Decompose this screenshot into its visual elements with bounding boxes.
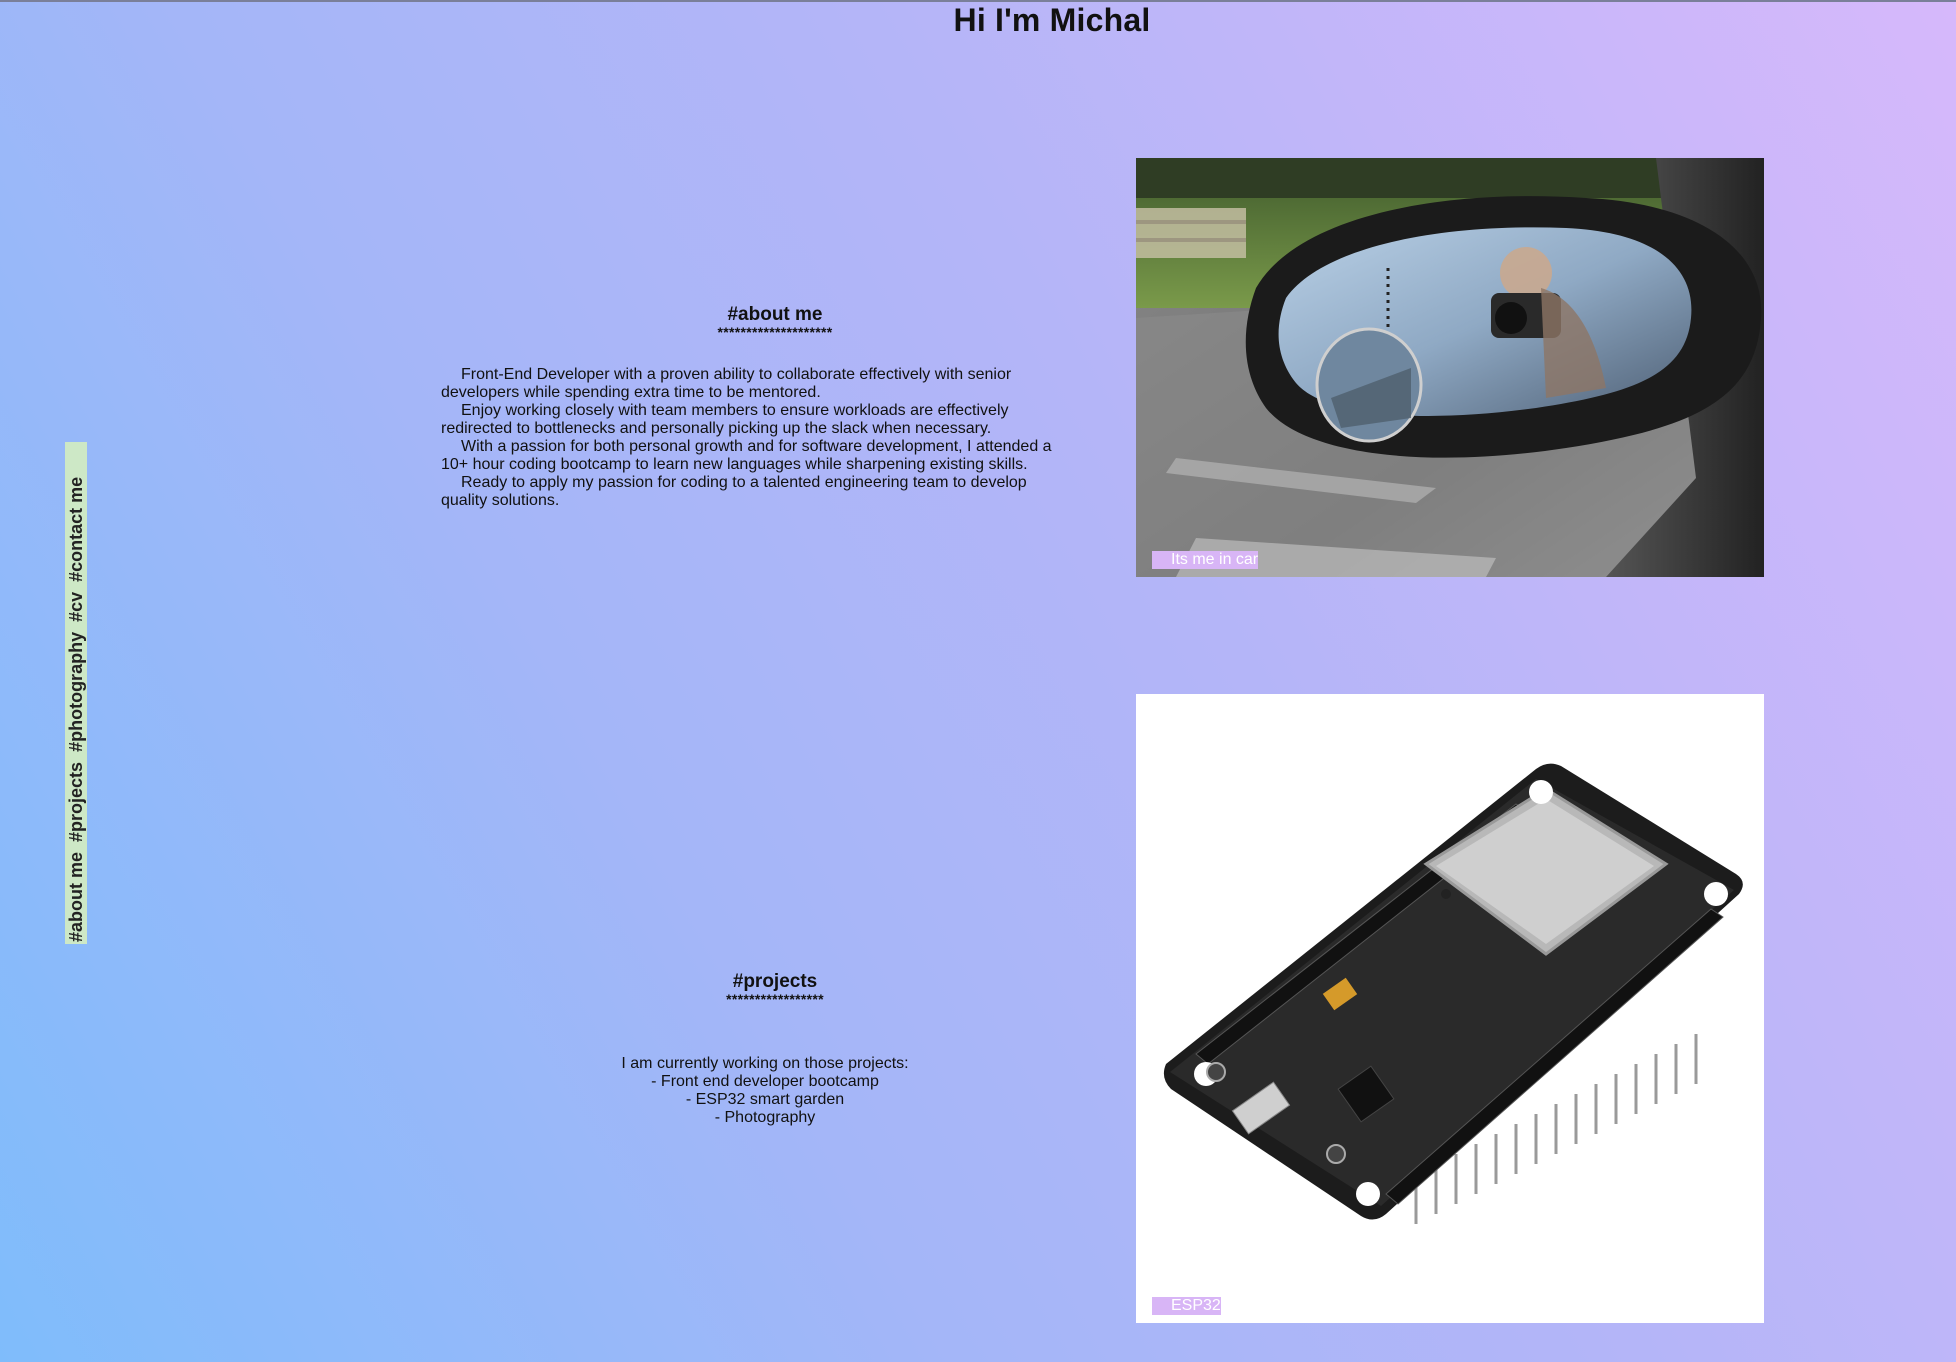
esp32-board-image (1136, 694, 1764, 1323)
nav-link-contact-me[interactable]: #contact me (66, 477, 87, 582)
car-mirror-photo: Its me in car (1136, 158, 1764, 577)
nav-link-projects[interactable]: #projects (66, 762, 87, 842)
projects-list: I am currently working on those projects… (565, 1055, 965, 1127)
about-paragraph: Ready to apply my passion for coding to … (441, 474, 1027, 509)
projects-intro: I am currently working on those projects… (621, 1055, 909, 1072)
side-nav-links: #about me #projects #photography #cv #co… (65, 440, 87, 944)
page-title: Hi I'm Michal (953, 2, 1151, 38)
side-nav: #about me #projects #photography #cv #co… (65, 442, 87, 944)
project-item: - ESP32 smart garden (685, 1091, 845, 1108)
projects-heading-block: #projects ***************** (690, 971, 860, 1007)
project-item: - Front end developer bootcamp (651, 1073, 879, 1090)
about-paragraph: Front-End Developer with a proven abilit… (441, 366, 1012, 401)
about-paragraph: Enjoy working closely with team members … (441, 402, 1009, 437)
projects-divider: ***************** (726, 991, 824, 1007)
project-item: - Photography (714, 1109, 816, 1126)
nav-link-cv[interactable]: #cv (66, 592, 87, 622)
car-photo-caption: Its me in car (1152, 551, 1259, 569)
esp32-photo: ESP32 (1136, 694, 1764, 1323)
projects-heading: #projects (732, 971, 818, 992)
about-paragraph: With a passion for both personal growth … (441, 438, 1052, 473)
about-divider: ******************** (717, 324, 833, 340)
esp32-photo-caption: ESP32 (1152, 1297, 1221, 1315)
about-heading-block: #about me ******************** (690, 304, 860, 340)
nav-link-photography[interactable]: #photography (66, 632, 87, 752)
about-text: Front-End Developer with a proven abilit… (441, 366, 1061, 510)
nav-link-about-me[interactable]: #about me (66, 852, 87, 942)
car-mirror-image (1136, 158, 1764, 577)
about-heading: #about me (727, 304, 823, 325)
